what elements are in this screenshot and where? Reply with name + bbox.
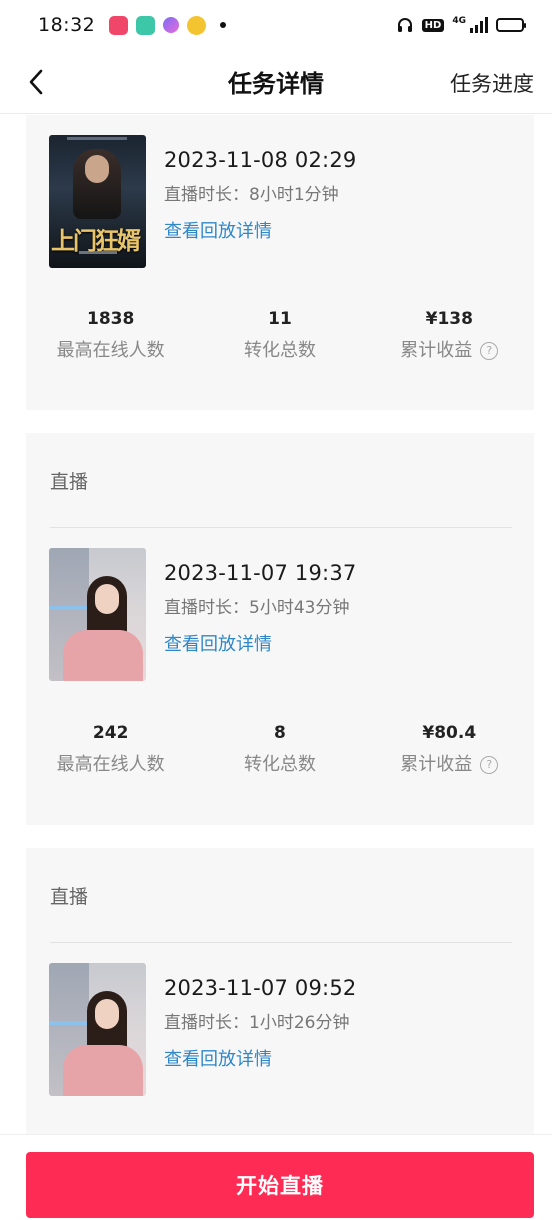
live-duration: 直播时长：1小时26分钟 (164, 1013, 350, 1033)
live-date: 2023-11-08 02:29 (164, 148, 357, 172)
task-progress-link[interactable]: 任务进度 (450, 68, 534, 98)
delivery-app-icon (187, 15, 207, 35)
card-header: 直播 (50, 471, 89, 493)
live-record-card: 直播 2023-11-07 09:52 直播时长：1小时26分钟 查看回放详情 (26, 848, 534, 1134)
battery-icon (496, 18, 526, 32)
headset-icon (397, 18, 412, 32)
live-date: 2023-11-07 09:52 (164, 976, 357, 1000)
live-info: 2023-11-07 19:37 直播时长：5小时43分钟 查看回放详情 (164, 558, 356, 658)
live-cover-thumbnail[interactable] (49, 963, 146, 1096)
stat-conversions: 11 转化总数 (195, 307, 364, 365)
live-stats: 242 最高在线人数 8 转化总数 ¥80.4 累计收益 ? (26, 721, 534, 779)
live-stats: 1838 最高在线人数 11 转化总数 ¥138 累计收益 ? (26, 307, 534, 365)
view-replay-link[interactable]: 查看回放详情 (164, 1047, 356, 1073)
nav-bar: 任务详情 任务进度 (0, 50, 552, 114)
card-header: 直播 (50, 886, 89, 908)
live-duration: 直播时长：8小时1分钟 (164, 185, 339, 205)
back-button[interactable] (18, 64, 54, 100)
stat-peak-online: 1838 最高在线人数 (26, 307, 195, 365)
stat-label: 转化总数 (243, 340, 316, 361)
stat-earnings: ¥138 累计收益 ? (365, 307, 534, 365)
live-duration: 直播时长：5小时43分钟 (164, 598, 350, 618)
stat-value: 8 (274, 723, 286, 743)
stat-label: 累计收益 (400, 754, 473, 775)
stat-value: ¥138 (425, 309, 473, 329)
stat-conversions: 8 转化总数 (195, 721, 364, 779)
status-bar: 18:32 HD 4G (0, 0, 552, 50)
stat-label: 最高在线人数 (56, 754, 165, 775)
stat-label: 转化总数 (243, 754, 316, 775)
chat-app-icon (136, 15, 156, 35)
stat-value: 242 (92, 723, 129, 743)
page-title: 任务详情 (228, 70, 324, 98)
live-cover-thumbnail[interactable]: 上门狂婿 (49, 135, 146, 268)
stat-label: 最高在线人数 (56, 340, 165, 361)
live-info: 2023-11-08 02:29 直播时长：8小时1分钟 查看回放详情 (164, 145, 356, 245)
signal-icon (470, 17, 488, 33)
start-live-button[interactable]: 开始直播 (26, 1152, 534, 1218)
divider (50, 527, 512, 528)
task-list[interactable]: 上门狂婿 2023-11-08 02:29 直播时长：8小时1分钟 查看回放详情… (0, 115, 552, 1134)
help-icon[interactable]: ? (480, 342, 499, 360)
status-time: 18:32 (38, 14, 96, 36)
hd-badge: HD (421, 18, 445, 32)
stat-peak-online: 242 最高在线人数 (26, 721, 195, 779)
notification-dot-icon (220, 22, 227, 28)
store-app-icon (163, 17, 180, 33)
bottom-action-bar: 开始直播 (0, 1134, 552, 1220)
stat-value: ¥80.4 (422, 723, 477, 743)
network-label: 4G (452, 16, 466, 26)
view-replay-link[interactable]: 查看回放详情 (164, 219, 356, 245)
live-cover-thumbnail[interactable] (49, 548, 146, 681)
stat-label: 累计收益 (400, 340, 473, 361)
divider (50, 942, 512, 943)
status-indicators: HD 4G (396, 16, 526, 34)
status-app-icons (109, 15, 227, 35)
live-date: 2023-11-07 19:37 (164, 561, 357, 585)
live-info: 2023-11-07 09:52 直播时长：1小时26分钟 查看回放详情 (164, 973, 356, 1073)
help-icon[interactable]: ? (480, 756, 499, 774)
view-replay-link[interactable]: 查看回放详情 (164, 632, 356, 658)
live-record-card: 上门狂婿 2023-11-08 02:29 直播时长：8小时1分钟 查看回放详情… (26, 115, 534, 410)
stat-earnings: ¥80.4 累计收益 ? (365, 721, 534, 779)
live-record-card: 直播 2023-11-07 19:37 直播时长：5小时43分钟 查看回放详情 … (26, 433, 534, 825)
stat-value: 11 (268, 309, 292, 329)
stat-value: 1838 (86, 309, 135, 329)
chevron-left-icon (29, 69, 43, 95)
video-app-icon (109, 15, 129, 35)
